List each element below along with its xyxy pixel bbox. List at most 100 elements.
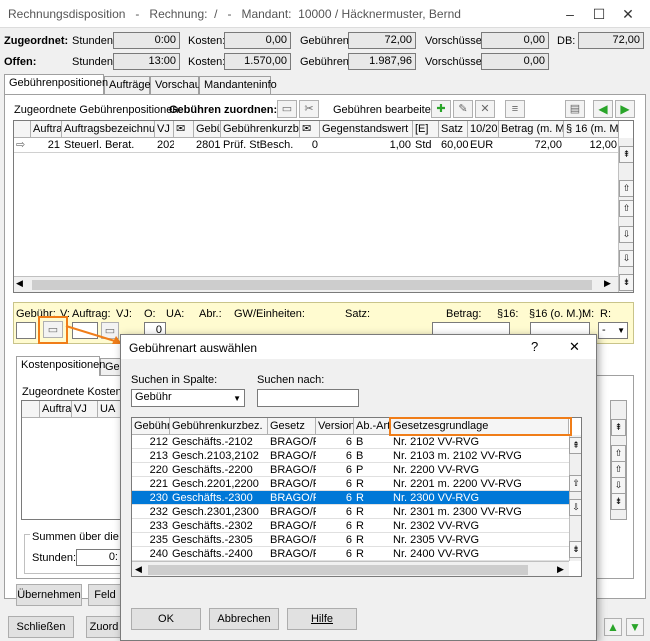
col-auftrag[interactable]: Auftrag <box>31 121 62 138</box>
search-col-select[interactable]: Gebühr ▼ <box>131 389 245 407</box>
cell-gegenstandswert: 1,00 <box>389 139 411 151</box>
dlg-hscroll-thumb[interactable] <box>148 565 528 575</box>
col-gegenstandswert[interactable]: Gegenstandswert <box>320 121 413 138</box>
uebernehmen-button[interactable]: Übernehmen <box>16 584 82 606</box>
dlg-col-gebuehr[interactable]: Gebühr <box>132 418 170 435</box>
cell-gebuehr: 233 <box>149 520 168 532</box>
r-select[interactable]: - ▼ <box>598 322 628 339</box>
tab-gebuehrenpositionen[interactable]: Gebührenpositionen <box>4 74 108 94</box>
col-vj[interactable]: VJ <box>155 121 174 138</box>
hilfe-button[interactable]: Hilfe <box>287 608 357 630</box>
table-row[interactable]: ⇨ 21 Steuerl. Berat. 2020 2801 Prüf. StB… <box>14 138 619 153</box>
table-row[interactable]: 240 Geschäfts.-2400 BRAGO/F 6 R Nr. 2400 VV-R… <box>132 547 569 561</box>
tab-mandanteninfo[interactable]: Mandanteninfo <box>199 76 277 94</box>
col-betrag[interactable]: Betrag (m. M.) <box>499 121 564 138</box>
feld-button[interactable]: Feld <box>88 584 122 606</box>
cell-mail2: 0 <box>311 139 318 151</box>
print-icon[interactable]: ▤ <box>565 100 585 118</box>
dlg-grid-vscrollbar[interactable]: ⇞ ⇧ ⇩ ⇟ <box>569 435 581 561</box>
assign-fees-icon[interactable]: ▭ <box>277 100 297 118</box>
kosten-grid-vscrollbar[interactable]: ⇞ ⇧ ⇧ ⇩ ⇟ <box>610 400 627 520</box>
nav-prev-icon[interactable]: ◀ <box>593 100 613 118</box>
dlg-scroll-down-icon[interactable]: ⇩ <box>569 499 581 516</box>
list-icon[interactable]: ≡ <box>505 100 525 118</box>
col-auftragsbezeichnung[interactable]: Auftragsbezeichnung <box>62 121 155 138</box>
minimize-button[interactable]: – <box>556 3 584 25</box>
dlg-scroll-right-icon[interactable]: ▶ <box>557 564 564 575</box>
kosten-scroll-page-up-icon[interactable]: ⇧ <box>611 461 626 478</box>
dlg-col-abart[interactable]: Ab.-Art <box>354 418 391 435</box>
maximize-button[interactable]: ☐ <box>585 3 613 25</box>
off-kosten-label: Kosten: <box>188 56 226 68</box>
zug-stunden-label: Stunden: <box>72 35 117 47</box>
table-row[interactable]: 232 Gesch.2301,2300 BRAGO/F 6 R Nr. 2301 m. 2… <box>132 505 569 519</box>
edit-icon[interactable]: ✎ <box>453 100 473 118</box>
zuord-button[interactable]: Zuord <box>86 616 122 638</box>
kosten-scroll-bottom-icon[interactable]: ⇟ <box>611 493 626 510</box>
scroll-right-icon[interactable]: ▶ <box>604 278 611 289</box>
col-satz[interactable]: Satz <box>439 121 468 138</box>
table-row[interactable]: 213 Gesch.2103,2102 BRAGO/F 6 B Nr. 2103 m. 2… <box>132 449 569 463</box>
fee-grid-vscrollbar[interactable]: ⇞ ⇧ ⇧ ⇩ ⇩ ⇟ <box>618 138 633 292</box>
scroll-bottom-icon[interactable]: ⇟ <box>619 274 633 291</box>
dialog-help-button[interactable]: ? <box>531 339 538 354</box>
nav-down-icon[interactable]: ▼ <box>626 618 644 636</box>
table-row[interactable]: 220 Geschäfts.-2200 BRAGO/F 6 P Nr. 2200 VV-R… <box>132 463 569 477</box>
fee-grid-hscrollbar[interactable]: ◀ ▶ <box>14 276 618 292</box>
dialog-close-button[interactable]: ✕ <box>569 339 580 355</box>
dlg-scroll-top-icon[interactable]: ⇞ <box>569 437 581 454</box>
search-for-label: Suchen nach: <box>257 374 325 386</box>
search-col-label: Suchen in Spalte: <box>131 374 218 386</box>
col-mail[interactable]: ✉ <box>174 121 194 138</box>
kosten-col-vj[interactable]: VJ <box>72 401 98 418</box>
unassign-fees-icon[interactable]: ✂ <box>299 100 319 118</box>
ok-button[interactable]: OK <box>131 608 201 630</box>
schliessen-button[interactable]: Schließen <box>8 616 74 638</box>
dlg-scroll-up-icon[interactable]: ⇧ <box>569 475 581 492</box>
dlg-col-version[interactable]: Version <box>316 418 354 435</box>
scroll-page-up-icon[interactable]: ⇧ <box>619 200 633 217</box>
col-1020[interactable]: 10/20 <box>468 121 499 138</box>
col-einheit[interactable]: [E] <box>413 121 439 138</box>
gebuehr-input[interactable] <box>16 322 36 339</box>
table-row[interactable]: 235 Geschäfts.-2305 BRAGO/F 6 R Nr. 2305 VV-R… <box>132 533 569 547</box>
hscroll-thumb[interactable] <box>32 280 592 290</box>
dlg-col-gesetz[interactable]: Gesetz <box>268 418 316 435</box>
scroll-up-icon[interactable]: ⇧ <box>619 180 633 197</box>
table-row[interactable]: 230 Geschäfts.-2300 BRAGO/F 6 R Nr. 2300 VV-R… <box>132 491 569 505</box>
kosten-scroll-up-icon[interactable]: ⇧ <box>611 445 626 462</box>
table-row[interactable]: 233 Geschäfts.-2302 BRAGO/F 6 R Nr. 2302 VV-R… <box>132 519 569 533</box>
cancel-button[interactable]: Abbrechen <box>209 608 279 630</box>
dlg-scroll-left-icon[interactable]: ◀ <box>135 564 142 575</box>
col-par16[interactable]: § 16 (m. M.) <box>564 121 619 138</box>
tab-kostenpositionen[interactable]: Kostenpositionen <box>16 356 105 376</box>
off-vorschuesse-field: 0,00 <box>481 53 549 70</box>
cell-gesetz: BRAGO/F <box>270 520 316 532</box>
kosten-scroll-down-icon[interactable]: ⇩ <box>611 477 626 494</box>
scroll-top-icon[interactable]: ⇞ <box>619 146 633 163</box>
scroll-down-icon[interactable]: ⇩ <box>619 226 633 243</box>
table-row[interactable]: 212 Geschäfts.-2102 BRAGO/F 6 B Nr. 2102 VV-R… <box>132 435 569 449</box>
gebuehr-lookup-button[interactable]: ▭ <box>43 321 63 338</box>
nav-next-icon[interactable]: ▶ <box>615 100 635 118</box>
delete-icon[interactable]: ✕ <box>475 100 495 118</box>
kosten-scroll-top-icon[interactable]: ⇞ <box>611 419 626 436</box>
scroll-page-down-icon[interactable]: ⇩ <box>619 250 633 267</box>
nav-up-icon[interactable]: ▲ <box>604 618 622 636</box>
table-row[interactable]: 221 Gesch.2201,2200 BRAGO/F 6 R Nr. 2201 m. 2… <box>132 477 569 491</box>
search-for-input[interactable] <box>257 389 359 407</box>
col-mail2[interactable]: ✉ <box>300 121 320 138</box>
close-button[interactable]: ✕ <box>614 3 642 25</box>
col-gebuehrenkurzbez[interactable]: Gebührenkurzbez. <box>221 121 300 138</box>
kosten-col-ua[interactable]: UA <box>98 401 120 418</box>
cell-gebuehrenkurzbez: Geschäfts.-2302 <box>172 520 253 532</box>
tab-vorschau[interactable]: Vorschau <box>150 76 201 94</box>
dlg-col-gebuehrenkurzbez[interactable]: Gebührenkurzbez. <box>170 418 268 435</box>
dlg-grid-hscrollbar[interactable]: ◀ ▶ <box>132 561 569 576</box>
add-fee-icon[interactable]: ✚ <box>431 100 451 118</box>
dlg-scroll-bottom-icon[interactable]: ⇟ <box>569 541 581 558</box>
scroll-left-icon[interactable]: ◀ <box>16 278 23 289</box>
tab-auftraege[interactable]: Aufträge <box>104 76 151 94</box>
kosten-col-auftrag[interactable]: Auftrag <box>40 401 72 418</box>
col-gebuehr[interactable]: Gebühr <box>194 121 221 138</box>
